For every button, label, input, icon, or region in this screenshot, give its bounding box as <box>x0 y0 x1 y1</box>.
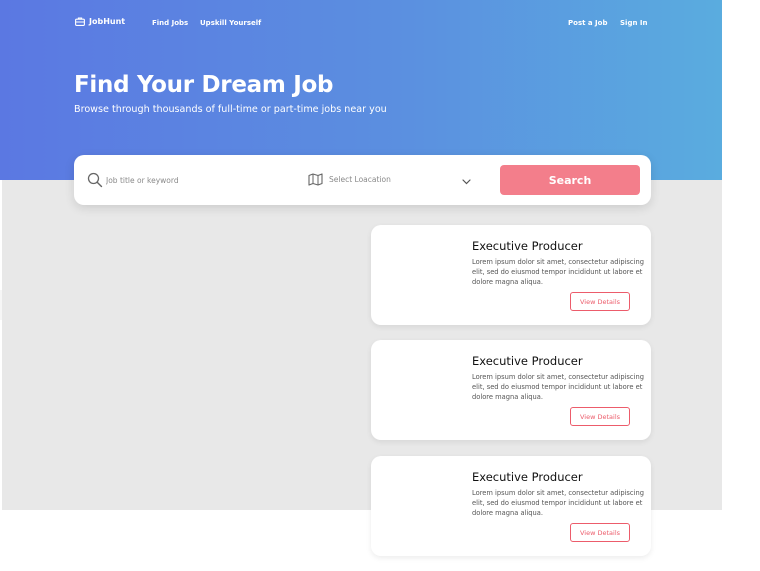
brand-name: JobHunt <box>89 17 126 26</box>
location-select[interactable]: Select Loacation <box>329 175 391 184</box>
job-card: Executive Producer Lorem ipsum dolor sit… <box>371 225 651 325</box>
view-details-button[interactable]: View Details <box>570 523 630 542</box>
job-title: Executive Producer <box>472 470 583 484</box>
view-details-button[interactable]: View Details <box>570 407 630 426</box>
post-job-link[interactable]: Post a Job <box>568 19 607 27</box>
map-icon <box>308 173 323 186</box>
chevron-down-icon[interactable] <box>462 179 471 185</box>
search-icon <box>87 172 103 188</box>
job-card: Executive Producer Lorem ipsum dolor sit… <box>371 456 651 556</box>
search-bar: Select Loacation Search <box>74 155 651 205</box>
job-title: Executive Producer <box>472 354 583 368</box>
brand-logo[interactable]: JobHunt <box>75 17 125 26</box>
job-description: Lorem ipsum dolor sit amet, consectetur … <box>472 489 644 517</box>
briefcase-icon <box>75 17 85 26</box>
top-nav: JobHunt Find Jobs Upskill Yourself Post … <box>0 17 722 31</box>
job-description: Lorem ipsum dolor sit amet, consectetur … <box>472 258 644 286</box>
keyword-search-input[interactable] <box>106 172 286 188</box>
nav-link-find-jobs[interactable]: Find Jobs <box>152 19 188 27</box>
sign-in-link[interactable]: Sign In <box>620 19 647 27</box>
page-edge <box>0 290 2 320</box>
page-title: Find Your Dream Job <box>74 72 334 98</box>
search-button[interactable]: Search <box>500 165 640 195</box>
job-card: Executive Producer Lorem ipsum dolor sit… <box>371 340 651 440</box>
view-details-button[interactable]: View Details <box>570 292 630 311</box>
job-title: Executive Producer <box>472 239 583 253</box>
job-description: Lorem ipsum dolor sit amet, consectetur … <box>472 373 644 401</box>
page-subtitle: Browse through thousands of full-time or… <box>74 104 387 115</box>
nav-link-upskill[interactable]: Upskill Yourself <box>200 19 261 27</box>
